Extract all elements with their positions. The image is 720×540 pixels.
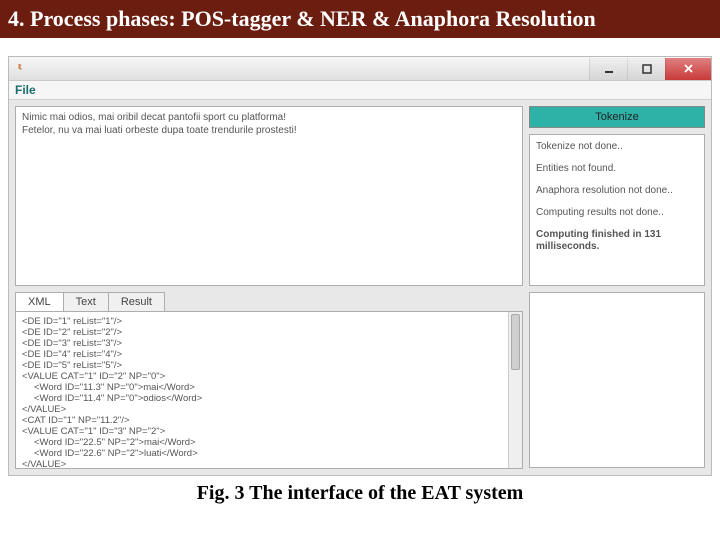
input-line: Fetelor, nu va mai luati orbeste dupa to… (22, 124, 516, 137)
xml-line: <DE ID="5" reList="5"/> (22, 360, 516, 371)
xml-line: <VALUE CAT="1" ID="2" NP="0"> (22, 371, 516, 382)
left-column: Nimic mai odios, mai oribil decat pantof… (15, 106, 523, 286)
xml-line: <Word ID="11.4" NP="0">odios</Word> (22, 393, 516, 404)
figure-caption: Fig. 3 The interface of the EAT system (0, 482, 720, 505)
xml-line: <Word ID="22.5" NP="2">mai</Word> (22, 437, 516, 448)
slide-title: 4. Process phases: POS-tagger & NER & An… (0, 0, 720, 38)
output-tabs-wrap: XML Text Result <DE ID="1" reList="1"/> … (15, 292, 523, 469)
xml-line: </VALUE> (22, 404, 516, 415)
java-app-icon (13, 61, 29, 77)
menu-file[interactable]: File (15, 83, 36, 97)
menubar: File (9, 81, 711, 100)
maximize-button[interactable] (627, 58, 665, 80)
app-window: File Nimic mai odios, mai oribil decat p… (8, 56, 712, 476)
tokenize-button[interactable]: Tokenize (529, 106, 705, 128)
xml-line: <DE ID="1" reList="1"/> (22, 316, 516, 327)
input-text-panel[interactable]: Nimic mai odios, mai oribil decat pantof… (15, 106, 523, 286)
status-panel: Tokenize not done.. Entities not found. … (529, 134, 705, 286)
xml-line: <CAT ID="1" NP="11.2"/> (22, 415, 516, 426)
bottom-row: XML Text Result <DE ID="1" reList="1"/> … (9, 292, 711, 475)
xml-line: <VALUE CAT="1" ID="3" NP="2"> (22, 426, 516, 437)
scrollbar-thumb[interactable] (511, 314, 520, 370)
xml-output-panel[interactable]: <DE ID="1" reList="1"/> <DE ID="2" reLis… (15, 311, 523, 469)
client-area: Nimic mai odios, mai oribil decat pantof… (9, 100, 711, 292)
tab-text[interactable]: Text (63, 292, 109, 311)
tab-xml[interactable]: XML (15, 292, 64, 311)
tab-result[interactable]: Result (108, 292, 165, 311)
xml-line: <Word ID="22.6" NP="2">luati</Word> (22, 448, 516, 459)
titlebar (9, 57, 711, 81)
output-tabs: XML Text Result (15, 292, 523, 311)
xml-line: <DE ID="2" reList="2"/> (22, 327, 516, 338)
status-line: Computing results not done.. (536, 207, 698, 219)
input-line: Nimic mai odios, mai oribil decat pantof… (22, 111, 516, 124)
status-line: Entities not found. (536, 163, 698, 175)
status-line: Computing finished in 131 milliseconds. (536, 229, 698, 253)
close-button[interactable] (665, 58, 711, 80)
minimize-button[interactable] (589, 58, 627, 80)
status-line: Tokenize not done.. (536, 141, 698, 153)
right-column: Tokenize Tokenize not done.. Entities no… (529, 106, 705, 286)
right-output-panel (529, 292, 705, 468)
xml-line: </VALUE> (22, 459, 516, 469)
window-controls (589, 58, 711, 80)
xml-line: <DE ID="4" reList="4"/> (22, 349, 516, 360)
xml-scrollbar[interactable] (508, 312, 522, 468)
xml-line: <Word ID="11.3" NP="0">mai</Word> (22, 382, 516, 393)
status-line: Anaphora resolution not done.. (536, 185, 698, 197)
xml-line: <DE ID="3" reList="3"/> (22, 338, 516, 349)
